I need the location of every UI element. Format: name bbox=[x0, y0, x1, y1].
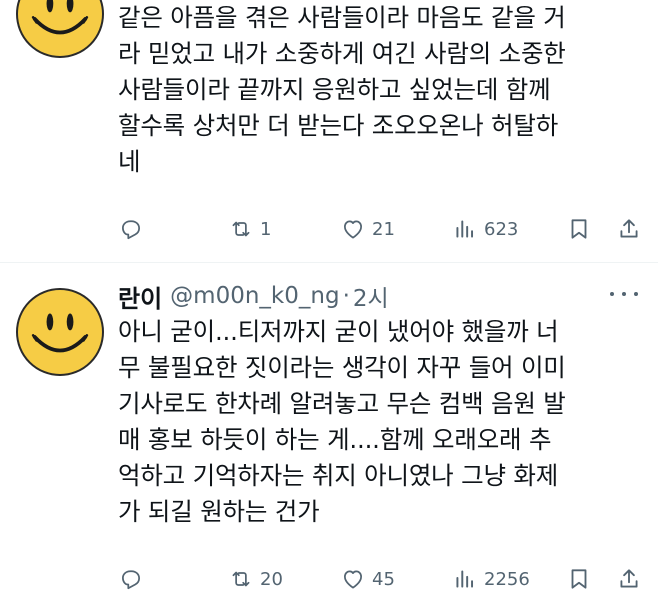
tweet-text-line: 아니 굳이...티저까지 굳이 냈어야 했을까 너 bbox=[118, 317, 559, 346]
tweet-text-line: 억하고 기억하자는 취지 아니였나 그냥 화제 bbox=[118, 461, 559, 490]
tweet-body: 란이 @m00n_k0_ng · 2시 아니 굳이...티저까지 굳이 냈어야 … bbox=[118, 278, 638, 530]
tweet-text: 같은 아픔을 겪은 사람들이라 마음도 같을 거 라 믿었고 내가 소중하게 여… bbox=[118, 0, 638, 180]
like-button[interactable]: 45 bbox=[340, 564, 395, 594]
share-icon bbox=[620, 569, 638, 588]
retweet-icon bbox=[232, 221, 250, 237]
more-icon bbox=[622, 292, 626, 296]
timestamp[interactable]: 2시 bbox=[353, 279, 389, 313]
bookmark-button[interactable] bbox=[566, 564, 592, 594]
retweet-button[interactable]: 20 bbox=[228, 564, 283, 594]
like-button[interactable]: 21 bbox=[340, 214, 395, 244]
tweet[interactable]: 같은 아픔을 겪은 사람들이라 마음도 같을 거 라 믿었고 내가 소중하게 여… bbox=[0, 0, 658, 262]
avatar[interactable] bbox=[16, 288, 104, 376]
heart-icon bbox=[344, 220, 362, 239]
views-button[interactable]: 2256 bbox=[452, 564, 530, 594]
share-button[interactable] bbox=[616, 564, 642, 594]
tweet-actions: 20 45 2256 bbox=[118, 564, 644, 594]
reply-button[interactable] bbox=[118, 564, 144, 594]
tweet-actions: 1 21 623 bbox=[118, 214, 644, 244]
tweet[interactable]: 란이 @m00n_k0_ng · 2시 아니 굳이...티저까지 굳이 냈어야 … bbox=[0, 262, 658, 606]
views-button[interactable]: 623 bbox=[452, 214, 518, 244]
like-count: 21 bbox=[372, 218, 395, 240]
tweet-text-line: 무 불필요한 짓이라는 생각이 자꾸 들어 이미 bbox=[118, 353, 566, 382]
tweet-text-line: 사람들이라 끝까지 응원하고 싶었는데 함께 bbox=[118, 75, 551, 104]
like-count: 45 bbox=[372, 568, 395, 590]
more-icon bbox=[610, 292, 614, 296]
smiley-face-icon bbox=[31, 313, 89, 353]
retweet-button[interactable]: 1 bbox=[228, 214, 271, 244]
share-button[interactable] bbox=[616, 214, 642, 244]
views-icon bbox=[456, 570, 474, 588]
views-count: 2256 bbox=[484, 568, 530, 590]
tweet-header: 란이 @m00n_k0_ng · 2시 bbox=[118, 278, 638, 314]
bookmark-icon bbox=[571, 219, 587, 239]
separator-dot: · bbox=[342, 283, 350, 309]
retweet-count: 20 bbox=[260, 568, 283, 590]
tweet-body: 같은 아픔을 겪은 사람들이라 마음도 같을 거 라 믿었고 내가 소중하게 여… bbox=[118, 0, 638, 180]
smiley-face-icon bbox=[31, 0, 89, 35]
tweet-text-line: 라 믿었고 내가 소중하게 여긴 사람의 소중한 bbox=[118, 39, 566, 68]
bookmark-icon bbox=[571, 569, 587, 589]
avatar[interactable] bbox=[16, 0, 104, 58]
user-handle[interactable]: @m00n_k0_ng bbox=[170, 283, 339, 309]
tweet-text-line: 네 bbox=[118, 147, 141, 176]
retweet-icon bbox=[232, 571, 250, 587]
tweet-text-line: 매 홍보 하듯이 하는 게....함께 오래오래 추 bbox=[118, 425, 552, 454]
display-name[interactable]: 란이 bbox=[118, 279, 162, 314]
tweet-text-line: 기사로도 한차례 알려놓고 무슨 컴백 음원 발 bbox=[118, 389, 566, 418]
tweet-text-line: 같은 아픔을 겪은 사람들이라 마음도 같을 거 bbox=[118, 3, 566, 32]
heart-icon bbox=[344, 570, 362, 589]
reply-icon bbox=[122, 220, 140, 240]
reply-button[interactable] bbox=[118, 214, 144, 244]
share-icon bbox=[620, 219, 638, 238]
retweet-count: 1 bbox=[260, 218, 272, 240]
tweet-text-line: 할수록 상처만 더 받는다 조오오온나 허탈하 bbox=[118, 111, 559, 140]
reply-icon bbox=[122, 570, 140, 590]
views-count: 623 bbox=[484, 218, 519, 240]
views-icon bbox=[456, 220, 474, 238]
bookmark-button[interactable] bbox=[566, 214, 592, 244]
tweet-text: 아니 굳이...티저까지 굳이 냈어야 했을까 너 무 불필요한 짓이라는 생각… bbox=[118, 314, 638, 530]
more-button[interactable] bbox=[610, 284, 638, 304]
tweet-text-line: 가 되길 원하는 건가 bbox=[118, 497, 320, 526]
more-icon bbox=[634, 292, 638, 296]
